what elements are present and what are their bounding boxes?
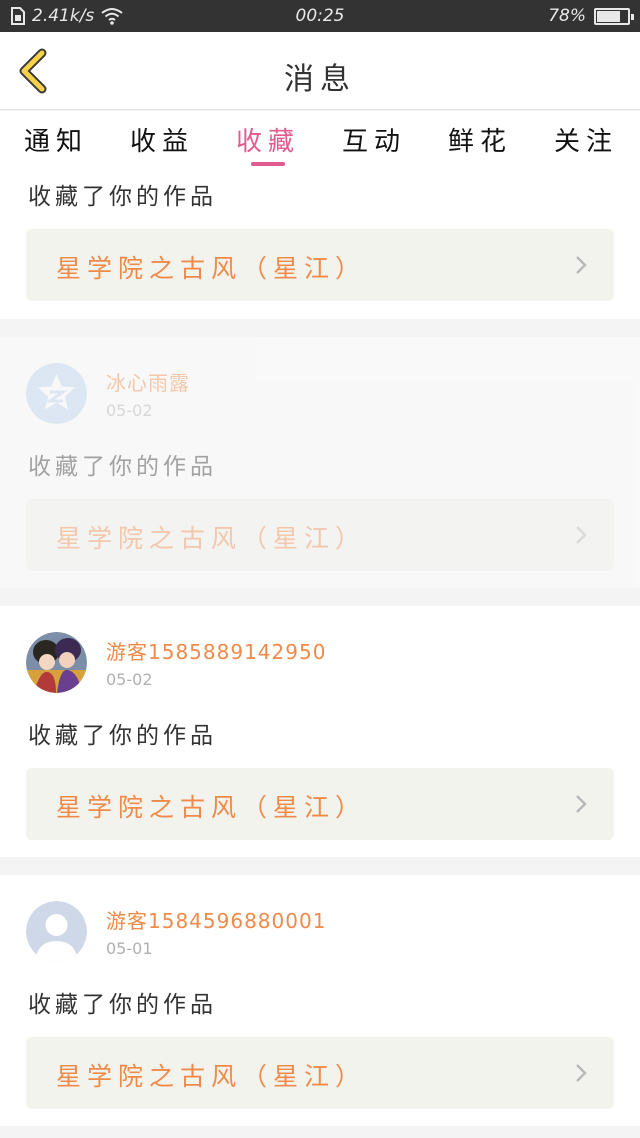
message-username[interactable]: 游客1584596880001 bbox=[106, 905, 326, 934]
chevron-right-icon bbox=[576, 795, 587, 813]
tab-favorites[interactable]: 收藏 bbox=[228, 121, 308, 158]
message-action: 收藏了你的作品 bbox=[28, 992, 217, 1018]
nav-bar: 消息 bbox=[0, 32, 640, 110]
tab-bar: 通知 收益 收藏 互动 鲜花 关注 bbox=[0, 111, 640, 169]
chevron-right-icon bbox=[576, 526, 587, 544]
work-title: 星学院之古风（星江） bbox=[56, 254, 367, 283]
tab-following[interactable]: 关注 bbox=[546, 121, 626, 158]
work-title: 星学院之古风（星江） bbox=[56, 524, 367, 553]
tab-flowers[interactable]: 鲜花 bbox=[440, 121, 520, 158]
work-link[interactable]: 星学院之古风（星江） bbox=[26, 229, 614, 301]
message-username[interactable]: 冰心雨露 bbox=[106, 367, 190, 396]
message-card: 游客1585889142950 05-02 收藏了你的作品 星学院之古风（星江） bbox=[0, 606, 640, 857]
message-username[interactable]: 游客1585889142950 bbox=[106, 636, 326, 665]
message-list[interactable]: 收藏了你的作品 星学院之古风（星江） 冰心雨露 05-02 收藏了你的作品 星学… bbox=[0, 169, 640, 1138]
user-avatar[interactable] bbox=[26, 632, 87, 693]
battery-icon bbox=[594, 7, 634, 25]
status-time: 00:25 bbox=[295, 6, 345, 26]
chevron-right-icon bbox=[576, 1064, 587, 1082]
work-link[interactable]: 星学院之古风（星江） bbox=[26, 499, 614, 571]
message-card: 游客1584596880001 05-01 收藏了你的作品 星学院之古风（星江） bbox=[0, 875, 640, 1126]
battery-percent: 78% bbox=[548, 6, 586, 26]
message-action: 收藏了你的作品 bbox=[28, 184, 217, 210]
message-card: 收藏了你的作品 星学院之古风（星江） bbox=[0, 169, 640, 319]
work-link[interactable]: 星学院之古风（星江） bbox=[26, 1037, 614, 1109]
placeholder-avatar-icon[interactable] bbox=[26, 901, 87, 962]
message-action: 收藏了你的作品 bbox=[28, 723, 217, 749]
chevron-right-icon bbox=[576, 256, 587, 274]
work-link[interactable]: 星学院之古风（星江） bbox=[26, 768, 614, 840]
work-title: 星学院之古风（星江） bbox=[56, 793, 367, 822]
message-action: 收藏了你的作品 bbox=[28, 454, 217, 480]
page-title: 消息 bbox=[284, 62, 356, 97]
message-date: 05-01 bbox=[106, 939, 153, 958]
tab-interactions[interactable]: 互动 bbox=[334, 121, 414, 158]
status-bar: 2.41k/s 00:25 78% bbox=[0, 0, 640, 32]
tab-notifications[interactable]: 通知 bbox=[16, 121, 96, 158]
active-tab-indicator bbox=[251, 162, 285, 166]
message-date: 05-02 bbox=[106, 401, 153, 420]
default-avatar-icon[interactable] bbox=[26, 363, 87, 424]
message-card: 冰心雨露 05-02 收藏了你的作品 星学院之古风（星江） bbox=[0, 337, 640, 588]
battery-level bbox=[597, 10, 621, 22]
tab-earnings[interactable]: 收益 bbox=[122, 121, 202, 158]
message-date: 05-02 bbox=[106, 670, 153, 689]
work-title: 星学院之古风（星江） bbox=[56, 1062, 367, 1091]
